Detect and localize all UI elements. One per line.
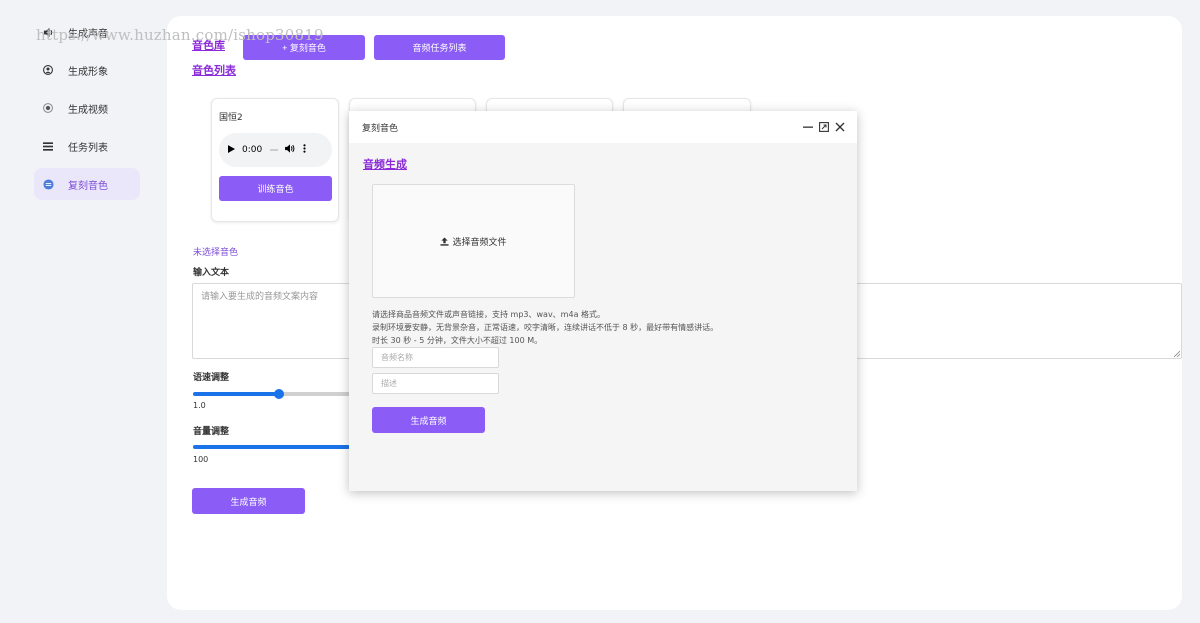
maximize-icon[interactable] [817,120,831,134]
sidebar-item-clone-voice[interactable]: 复刻音色 [34,168,140,200]
user-icon [34,65,62,75]
upload-icon [440,236,450,246]
minimize-icon[interactable] [801,120,815,134]
play-icon[interactable] [228,144,235,156]
sidebar-item-label: 生成形象 [68,66,108,78]
speed-slider-thumb[interactable] [274,389,284,399]
clone-voice-dialog: 复刻音色 音频生成 选择音频文件 请选择商品音频文件或声音链接，支持 mp3、w… [349,111,857,491]
hint-line: 请选择商品音频文件或声音链接，支持 mp3、wav、m4a 格式。 [372,310,606,319]
audio-player[interactable]: 0:00 [219,133,332,167]
resize-handle-icon[interactable] [1174,351,1180,357]
video-icon [34,103,62,113]
dialog-title: 复刻音色 [362,123,399,134]
input-text-label: 输入文本 [193,268,230,278]
sidebar-item-generate-video[interactable]: 生成视频 [34,92,140,124]
description-input[interactable]: 描述 [372,373,499,394]
sidebar-item-label: 复刻音色 [68,180,108,192]
no-voice-selected-text: 未选择音色 [193,248,239,258]
clone-voice-icon [34,178,62,190]
sidebar-item-label: 任务列表 [68,142,108,154]
audio-name-input[interactable]: 音频名称 [372,347,499,368]
upload-dropzone[interactable]: 选择音频文件 [372,184,575,298]
voice-card-name: 国恒2 [219,113,243,123]
audio-task-list-button[interactable]: 音频任务列表 [374,35,505,60]
volume-slider-fill[interactable] [193,445,350,449]
speed-slider-track[interactable] [278,392,350,396]
speed-value: 1.0 [193,401,206,410]
sidebar-item-label: 生成视频 [68,104,108,116]
close-icon[interactable] [833,120,847,134]
more-options-icon[interactable] [303,144,306,156]
speed-label: 语速调整 [193,373,230,383]
hint-line: 录制环境要安静，无背景杂音，正常语速，咬字清晰，连续讲话不低于 8 秒，最好带有… [372,323,719,332]
list-icon [34,141,62,151]
audio-progress[interactable] [270,149,279,151]
generate-audio-button[interactable]: 生成音频 [192,488,305,514]
volume-value: 100 [193,455,209,464]
hint-line: 时长 30 秒 - 5 分钟，文件大小不超过 100 M。 [372,336,543,345]
speed-slider-fill [193,392,278,396]
volume-label: 音量调整 [193,427,230,437]
voice-list-title: 音色列表 [192,64,236,77]
voice-card[interactable]: 国恒2 0:00 训练音色 [211,98,339,222]
audio-generate-title: 音频生成 [363,158,407,171]
sidebar-item-task-list[interactable]: 任务列表 [34,130,140,162]
sidebar: 生成声音 生成形象 生成视频 任务列表 复刻音色 [0,0,160,623]
volume-icon[interactable] [285,144,295,156]
audio-time: 0:00 [242,145,263,155]
watermark: https://www.huzhan.com/ishop30819 [36,26,324,44]
dialog-generate-audio-button[interactable]: 生成音频 [372,407,485,433]
upload-label: 选择音频文件 [452,237,507,248]
sidebar-item-generate-avatar[interactable]: 生成形象 [34,54,140,86]
train-voice-button[interactable]: 训练音色 [219,176,332,201]
dialog-header: 复刻音色 [349,111,857,143]
